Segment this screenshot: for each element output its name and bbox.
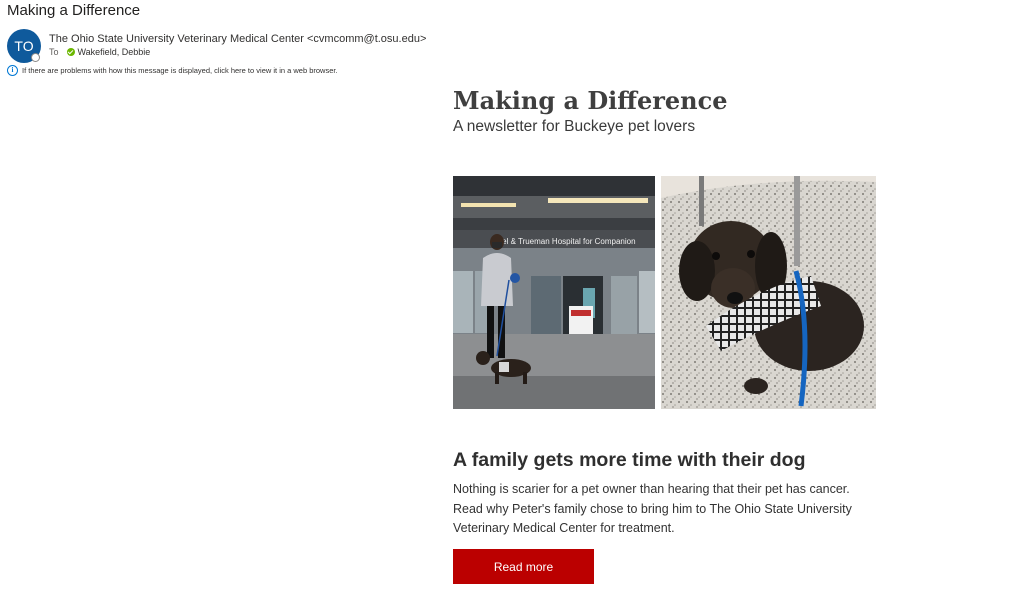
recipient-name[interactable]: Wakefield, Debbie [78, 47, 151, 57]
article-title: A family gets more time with their dog [453, 449, 806, 471]
newsletter-subtitle: A newsletter for Buckeye pet lovers [453, 118, 696, 135]
dachshund-photo [661, 176, 876, 409]
newsletter-title: Making a Difference [453, 86, 728, 115]
info-icon: i [7, 65, 18, 76]
infobar-text[interactable]: If there are problems with how this mess… [22, 66, 338, 75]
display-problem-infobar[interactable]: i If there are problems with how this me… [7, 65, 338, 76]
recipient-line: To Wakefield, Debbie [49, 47, 150, 57]
article-body: Nothing is scarier for a pet owner than … [453, 482, 852, 536]
email-subject: Making a Difference [7, 2, 141, 19]
to-label: To [49, 47, 59, 57]
presence-available-icon [66, 48, 75, 56]
hospital-entrance-photo: muel & Trueman Hospital for Companion [453, 176, 655, 409]
hospital-sign-text: muel & Trueman Hospital for Companion [491, 237, 636, 246]
sender-line[interactable]: The Ohio State University Veterinary Med… [49, 33, 426, 45]
read-more-button[interactable]: Read more [453, 549, 594, 584]
presence-status-icon [31, 53, 40, 62]
avatar-initials: TO [14, 38, 34, 54]
